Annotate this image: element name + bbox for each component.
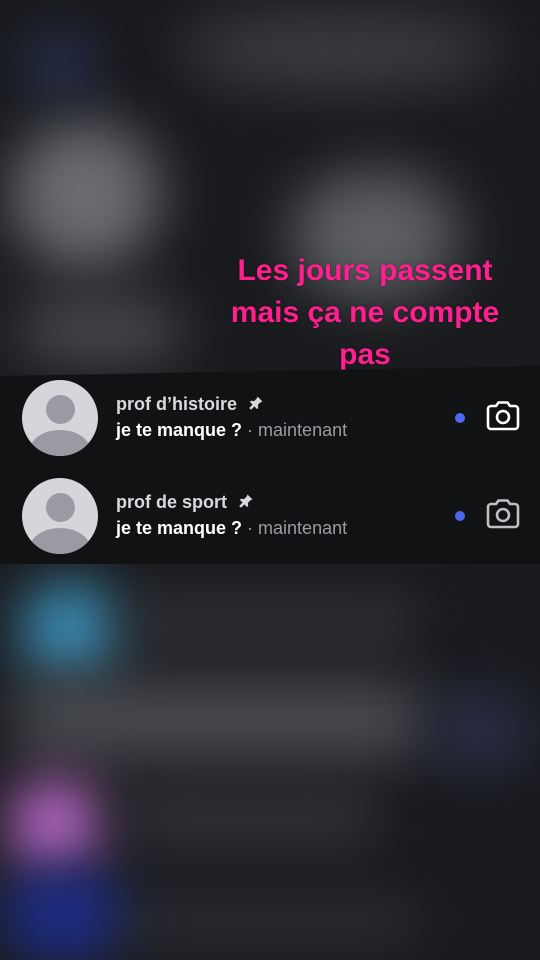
avatar[interactable] <box>22 478 98 554</box>
message-preview: je te manque ? · maintenant <box>116 420 347 441</box>
caption-line-1: Les jours passent <box>237 254 493 287</box>
conversation-row[interactable]: prof de sport je te manque ? · maintenan… <box>0 476 540 572</box>
overlay-caption: Les jours passent mais ça ne compte pas <box>190 250 540 376</box>
avatar[interactable] <box>22 380 98 456</box>
unread-dot <box>455 511 465 521</box>
unread-dot <box>455 413 465 423</box>
message-time: · maintenant <box>247 518 348 538</box>
contact-name: prof de sport <box>116 492 254 514</box>
message-time: · maintenant <box>247 420 348 440</box>
message-preview: je te manque ? · maintenant <box>116 518 347 539</box>
contact-name-text: prof de sport <box>116 492 227 512</box>
contact-name-text: prof d’histoire <box>116 394 237 414</box>
conversation-row[interactable]: prof d’histoire je te manque ? · mainten… <box>0 378 540 474</box>
camera-icon[interactable] <box>485 498 521 530</box>
message-text: je te manque ? <box>116 420 243 440</box>
camera-icon[interactable] <box>485 400 521 432</box>
message-text: je te manque ? <box>116 518 243 538</box>
pin-icon <box>248 395 264 416</box>
pin-icon <box>238 493 254 514</box>
caption-line-2: mais ça ne compte <box>230 296 500 329</box>
contact-name: prof d’histoire <box>116 394 264 416</box>
